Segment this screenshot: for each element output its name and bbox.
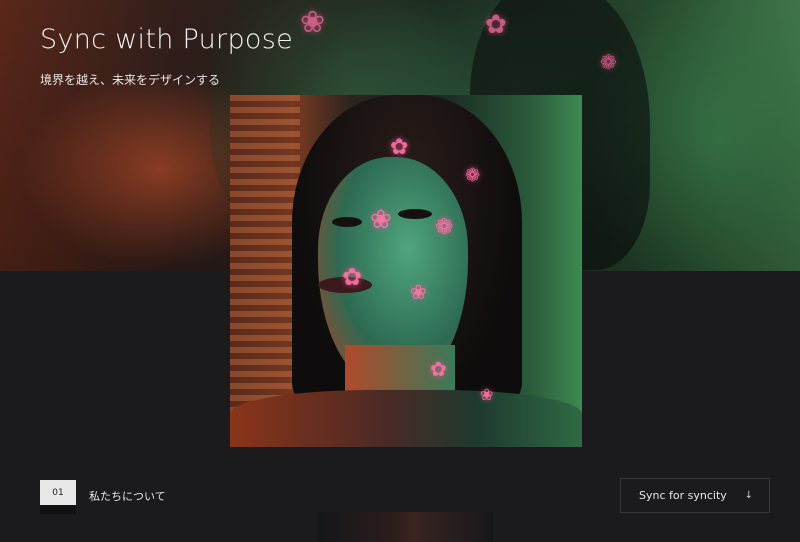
neon-glyph: ❀ [370,205,392,235]
arrow-down-icon: ↓ [744,490,753,501]
neon-glyph: ❀ [410,280,427,304]
sync-for-syncity-button[interactable]: Sync for syncity ↓ [620,478,770,513]
section-label: 私たちについて [89,490,166,503]
hero-title: Sync with Purpose [40,24,293,55]
neon-glyph: ❁ [465,165,481,186]
neon-glyph: ✿ [430,357,447,381]
neon-glyph: ❀ [480,385,494,404]
sync-button-label: Sync for syncity [639,489,727,502]
hero-subtitle: 境界を越え、未来をデザインする [40,73,221,87]
next-section-image-preview [318,512,493,542]
neon-glyph: ❁ [435,215,454,240]
portrait-eye [398,209,432,219]
neon-glyph: ✿ [390,135,409,160]
section-number-badge: 01 [40,480,76,514]
neon-glyph: ✿ [342,263,363,291]
portrait-eye [332,217,362,227]
section-number: 01 [52,487,64,498]
hero-portrait-photo: ✿ ❀ ❁ ✿ ❀ ❁ ✿ ❀ [230,95,582,447]
portrait-shirt [230,390,582,447]
